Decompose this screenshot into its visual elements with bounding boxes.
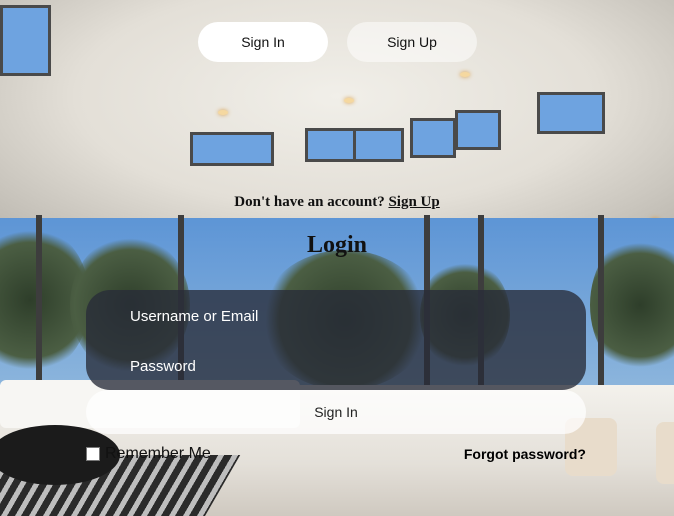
account-prompt: Don't have an account? Sign Up [0,194,674,211]
sign-up-link[interactable]: Sign Up [388,194,439,210]
account-prompt-text: Don't have an account? [234,194,385,210]
forgot-password-link[interactable]: Forgot password? [464,446,586,462]
password-input[interactable] [130,351,550,381]
ceiling-light [218,110,228,115]
upper-window [0,5,51,76]
upper-window [353,128,404,162]
remember-me[interactable]: Remember Me [86,445,211,463]
username-input[interactable] [130,301,550,331]
credentials-panel [86,290,586,390]
ceiling-light [460,72,470,77]
ottoman [656,422,674,484]
sign-in-button[interactable]: Sign In [86,390,586,434]
upper-window [537,92,605,134]
upper-window [455,110,501,150]
remember-me-label: Remember Me [105,445,211,462]
remember-me-checkbox[interactable] [86,447,100,461]
tab-sign-up[interactable]: Sign Up [347,22,477,62]
page-title: Login [306,232,368,258]
ceiling-light [344,98,354,103]
upper-window [305,128,356,162]
tab-sign-in[interactable]: Sign In [198,22,328,62]
upper-window [410,118,456,158]
upper-window [190,132,274,166]
